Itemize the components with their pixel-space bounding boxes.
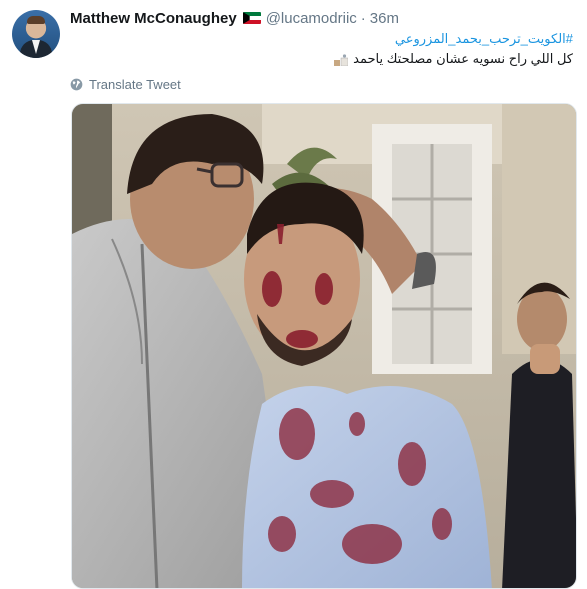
avatar-hair [27,16,45,24]
user-handle[interactable]: @lucamodriic [266,10,357,27]
translate-label: Translate Tweet [89,76,181,92]
display-name[interactable]: Matthew McConaughey [70,10,237,27]
tweet-text: #الكويت_ترحب_بحمد_المزروعي كل اللي راح ن… [73,30,573,70]
tweet-text-line: كل اللي راح نسويه عشان مصلحتك ياحمد [73,48,573,70]
translate-tweet-link[interactable]: Translate Tweet [70,75,181,93]
tweet-text-content: كل اللي راح نسويه عشان مصلحتك ياحمد [353,51,573,66]
user-avatar[interactable] [12,10,60,58]
tweet-photo[interactable] [71,103,577,589]
tweet-card: Matthew McConaughey @lucamodriic · 36m #… [0,0,587,589]
hashtag-link[interactable]: #الكويت_ترحب_بحمد_المزروعي [73,30,573,48]
emoji-icon [333,53,348,66]
tweet-timestamp[interactable]: 36m [370,10,399,27]
photo-image [72,104,576,588]
tweet-header: Matthew McConaughey @lucamodriic · 36m [70,8,573,28]
separator-dot: · [360,9,366,27]
globe-icon [70,78,83,90]
kuwait-flag-icon [242,12,261,24]
